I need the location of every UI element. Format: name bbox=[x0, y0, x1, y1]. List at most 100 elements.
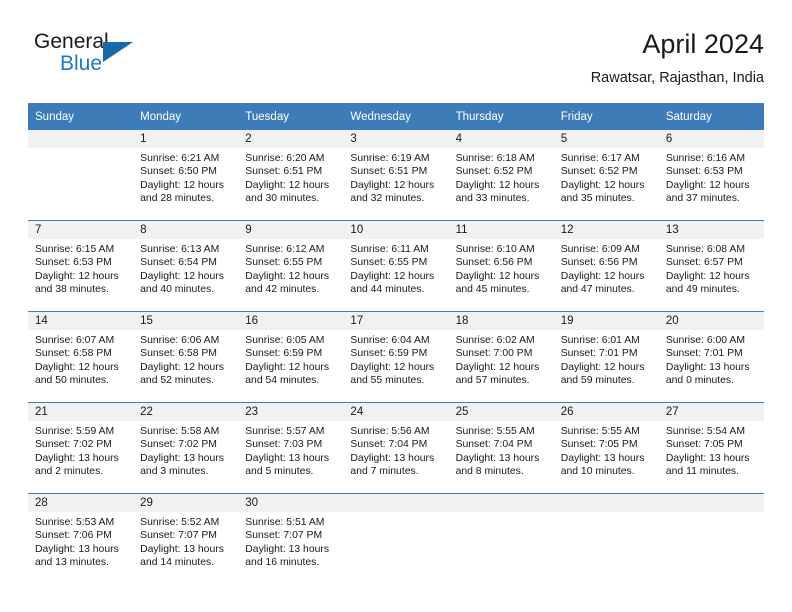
calendar-day-cell[interactable]: 18 Sunrise: 6:02 AM Sunset: 7:00 PM Dayligh… bbox=[448, 311, 554, 403]
day-cell-content: 25 Sunrise: 5:55 AM Sunset: 7:04 PM Dayligh… bbox=[448, 403, 554, 493]
calendar-day-cell[interactable]: 4 Sunrise: 6:18 AM Sunset: 6:52 PM Daylight… bbox=[448, 130, 554, 221]
calendar-body: 1 Sunrise: 6:21 AM Sunset: 6:50 PM Daylight… bbox=[28, 130, 764, 584]
calendar-day-cell[interactable]: 24 Sunrise: 5:56 AM Sunset: 7:04 PM Dayligh… bbox=[343, 402, 449, 494]
day-number: 8 bbox=[133, 221, 239, 239]
daylight-duration-line2: and 3 minutes. bbox=[140, 466, 209, 478]
day-sun-info: Sunrise: 6:00 AM Sunset: 7:01 PM Daylight:… bbox=[659, 330, 764, 388]
day-sun-info: Sunrise: 5:51 AM Sunset: 7:07 PM Daylight:… bbox=[238, 512, 343, 570]
daylight-duration-line2: and 42 minutes. bbox=[245, 284, 320, 296]
day-sun-info: Sunrise: 6:17 AM Sunset: 6:52 PM Daylight:… bbox=[554, 148, 659, 206]
calendar-day-cell[interactable]: 30 Sunrise: 5:51 AM Sunset: 7:07 PM Dayligh… bbox=[238, 493, 344, 584]
calendar-day-cell[interactable]: 26 Sunrise: 5:55 AM Sunset: 7:05 PM Dayligh… bbox=[553, 402, 659, 494]
calendar-day-cell[interactable]: 12 Sunrise: 6:09 AM Sunset: 6:56 PM Dayligh… bbox=[553, 220, 659, 312]
calendar-day-cell[interactable]: 25 Sunrise: 5:55 AM Sunset: 7:04 PM Dayligh… bbox=[448, 402, 554, 494]
sunrise-time: Sunrise: 6:06 AM bbox=[140, 335, 220, 346]
calendar-day-cell[interactable]: 16 Sunrise: 6:05 AM Sunset: 6:59 PM Dayligh… bbox=[238, 311, 344, 403]
day-number: 22 bbox=[133, 403, 239, 421]
daylight-duration-line1: Daylight: 12 hours bbox=[35, 270, 119, 282]
day-number: 17 bbox=[343, 312, 449, 330]
day-sun-info bbox=[449, 512, 554, 516]
day-number: 5 bbox=[553, 130, 659, 148]
daylight-duration-line1: Daylight: 13 hours bbox=[665, 452, 750, 464]
calendar-day-cell[interactable]: 2 Sunrise: 6:20 AM Sunset: 6:51 PM Daylight… bbox=[238, 130, 344, 221]
day-sun-info: Sunrise: 6:04 AM Sunset: 6:59 PM Daylight:… bbox=[343, 330, 448, 388]
general-blue-logo[interactable]: General Blue bbox=[34, 30, 154, 86]
day-sun-info: Sunrise: 6:02 AM Sunset: 7:00 PM Daylight:… bbox=[449, 330, 554, 388]
calendar-day-cell[interactable]: 7 Sunrise: 6:15 AM Sunset: 6:53 PM Daylight… bbox=[28, 220, 134, 312]
day-sun-info bbox=[343, 512, 448, 516]
calendar-day-cell[interactable]: 9 Sunrise: 6:12 AM Sunset: 6:55 PM Daylight… bbox=[238, 220, 344, 312]
sunrise-time: Sunrise: 5:58 AM bbox=[140, 426, 220, 437]
daylight-duration-line1: Daylight: 12 hours bbox=[245, 361, 330, 373]
day-sun-info bbox=[659, 512, 764, 516]
daylight-duration-line2: and 33 minutes. bbox=[455, 193, 530, 205]
calendar-day-cell[interactable]: 5 Sunrise: 6:17 AM Sunset: 6:52 PM Daylight… bbox=[553, 130, 659, 221]
day-number: 26 bbox=[553, 403, 659, 421]
calendar-day-cell[interactable]: 21 Sunrise: 5:59 AM Sunset: 7:02 PM Dayligh… bbox=[28, 402, 134, 494]
calendar-day-cell[interactable]: 17 Sunrise: 6:04 AM Sunset: 6:59 PM Dayligh… bbox=[343, 311, 449, 403]
day-sun-info: Sunrise: 6:06 AM Sunset: 6:58 PM Daylight:… bbox=[133, 330, 238, 388]
calendar-day-cell[interactable]: 10 Sunrise: 6:11 AM Sunset: 6:55 PM Dayligh… bbox=[343, 220, 449, 312]
daylight-duration-line1: Daylight: 12 hours bbox=[350, 270, 435, 282]
calendar-day-cell bbox=[448, 493, 554, 584]
sunset-time: Sunset: 7:05 PM bbox=[665, 439, 743, 451]
calendar-day-cell[interactable]: 19 Sunrise: 6:01 AM Sunset: 7:01 PM Dayligh… bbox=[553, 311, 659, 403]
sunset-time: Sunset: 7:04 PM bbox=[455, 439, 533, 451]
calendar-day-cell[interactable]: 11 Sunrise: 6:10 AM Sunset: 6:56 PM Dayligh… bbox=[448, 220, 554, 312]
calendar-header-row: Sunday Monday Tuesday Wednesday Thursday… bbox=[28, 103, 764, 130]
daylight-duration-line2: and 55 minutes. bbox=[350, 375, 425, 387]
sunset-time: Sunset: 7:00 PM bbox=[455, 348, 533, 360]
day-number bbox=[553, 494, 659, 512]
day-cell-content: 26 Sunrise: 5:55 AM Sunset: 7:05 PM Dayligh… bbox=[553, 403, 659, 493]
weekday-header-sunday: Sunday bbox=[28, 103, 134, 130]
daylight-duration-line1: Daylight: 12 hours bbox=[560, 179, 645, 191]
day-sun-info: Sunrise: 6:16 AM Sunset: 6:53 PM Daylight:… bbox=[659, 148, 764, 206]
day-sun-info: Sunrise: 6:10 AM Sunset: 6:56 PM Daylight:… bbox=[449, 239, 554, 297]
sunrise-time: Sunrise: 5:57 AM bbox=[245, 426, 325, 437]
calendar-day-cell[interactable]: 22 Sunrise: 5:58 AM Sunset: 7:02 PM Dayligh… bbox=[133, 402, 239, 494]
day-number: 12 bbox=[553, 221, 659, 239]
sunset-time: Sunset: 6:57 PM bbox=[665, 257, 743, 269]
calendar-day-cell[interactable]: 23 Sunrise: 5:57 AM Sunset: 7:03 PM Dayligh… bbox=[238, 402, 344, 494]
calendar-day-cell[interactable]: 15 Sunrise: 6:06 AM Sunset: 6:58 PM Dayligh… bbox=[133, 311, 239, 403]
day-sun-info: Sunrise: 5:52 AM Sunset: 7:07 PM Daylight:… bbox=[133, 512, 238, 570]
day-cell-content: 30 Sunrise: 5:51 AM Sunset: 7:07 PM Dayligh… bbox=[238, 494, 344, 584]
daylight-duration-line1: Daylight: 13 hours bbox=[245, 543, 330, 555]
day-sun-info: Sunrise: 5:55 AM Sunset: 7:04 PM Daylight:… bbox=[449, 421, 554, 479]
calendar-grid: Sunday Monday Tuesday Wednesday Thursday… bbox=[28, 103, 764, 584]
calendar-week-row: 14 Sunrise: 6:07 AM Sunset: 6:58 PM Dayligh… bbox=[28, 311, 764, 403]
weekday-header-tuesday: Tuesday bbox=[238, 103, 344, 130]
daylight-duration-line2: and 59 minutes. bbox=[560, 375, 635, 387]
calendar-day-cell[interactable]: 6 Sunrise: 6:16 AM Sunset: 6:53 PM Daylight… bbox=[658, 130, 764, 221]
calendar-day-cell[interactable]: 1 Sunrise: 6:21 AM Sunset: 6:50 PM Daylight… bbox=[133, 130, 239, 221]
calendar-day-cell[interactable]: 20 Sunrise: 6:00 AM Sunset: 7:01 PM Dayligh… bbox=[658, 311, 764, 403]
day-sun-info: Sunrise: 6:05 AM Sunset: 6:59 PM Daylight:… bbox=[238, 330, 343, 388]
daylight-duration-line2: and 13 minutes. bbox=[35, 557, 109, 569]
daylight-duration-line2: and 45 minutes. bbox=[455, 284, 530, 296]
calendar-day-cell[interactable]: 29 Sunrise: 5:52 AM Sunset: 7:07 PM Dayligh… bbox=[133, 493, 239, 584]
sunset-time: Sunset: 6:51 PM bbox=[245, 166, 323, 178]
calendar-day-cell[interactable]: 8 Sunrise: 6:13 AM Sunset: 6:54 PM Daylight… bbox=[133, 220, 239, 312]
sunset-time: Sunset: 7:01 PM bbox=[560, 348, 638, 360]
calendar-day-cell[interactable]: 14 Sunrise: 6:07 AM Sunset: 6:58 PM Dayligh… bbox=[28, 311, 134, 403]
day-cell-content: 18 Sunrise: 6:02 AM Sunset: 7:00 PM Dayligh… bbox=[448, 312, 554, 402]
day-number: 7 bbox=[28, 221, 134, 239]
calendar-day-cell[interactable]: 3 Sunrise: 6:19 AM Sunset: 6:51 PM Daylight… bbox=[343, 130, 449, 221]
sunrise-time: Sunrise: 6:11 AM bbox=[350, 244, 429, 255]
day-sun-info: Sunrise: 6:20 AM Sunset: 6:51 PM Daylight:… bbox=[238, 148, 343, 206]
sunrise-time: Sunrise: 6:18 AM bbox=[455, 153, 535, 164]
calendar-day-cell[interactable]: 28 Sunrise: 5:53 AM Sunset: 7:06 PM Dayligh… bbox=[28, 493, 134, 584]
weekday-header-monday: Monday bbox=[133, 103, 239, 130]
calendar-day-cell[interactable]: 13 Sunrise: 6:08 AM Sunset: 6:57 PM Dayligh… bbox=[658, 220, 764, 312]
day-sun-info: Sunrise: 6:12 AM Sunset: 6:55 PM Daylight:… bbox=[238, 239, 343, 297]
sunrise-time: Sunrise: 6:13 AM bbox=[140, 244, 220, 255]
day-number: 4 bbox=[448, 130, 554, 148]
daylight-duration-line2: and 5 minutes. bbox=[245, 466, 314, 478]
calendar-day-cell[interactable]: 27 Sunrise: 5:54 AM Sunset: 7:05 PM Dayligh… bbox=[658, 402, 764, 494]
day-sun-info: Sunrise: 5:56 AM Sunset: 7:04 PM Daylight:… bbox=[343, 421, 448, 479]
daylight-duration-line1: Daylight: 13 hours bbox=[560, 452, 645, 464]
day-cell-content bbox=[28, 130, 134, 220]
day-number: 30 bbox=[238, 494, 344, 512]
daylight-duration-line2: and 49 minutes. bbox=[665, 284, 740, 296]
daylight-duration-line1: Daylight: 12 hours bbox=[140, 270, 224, 282]
